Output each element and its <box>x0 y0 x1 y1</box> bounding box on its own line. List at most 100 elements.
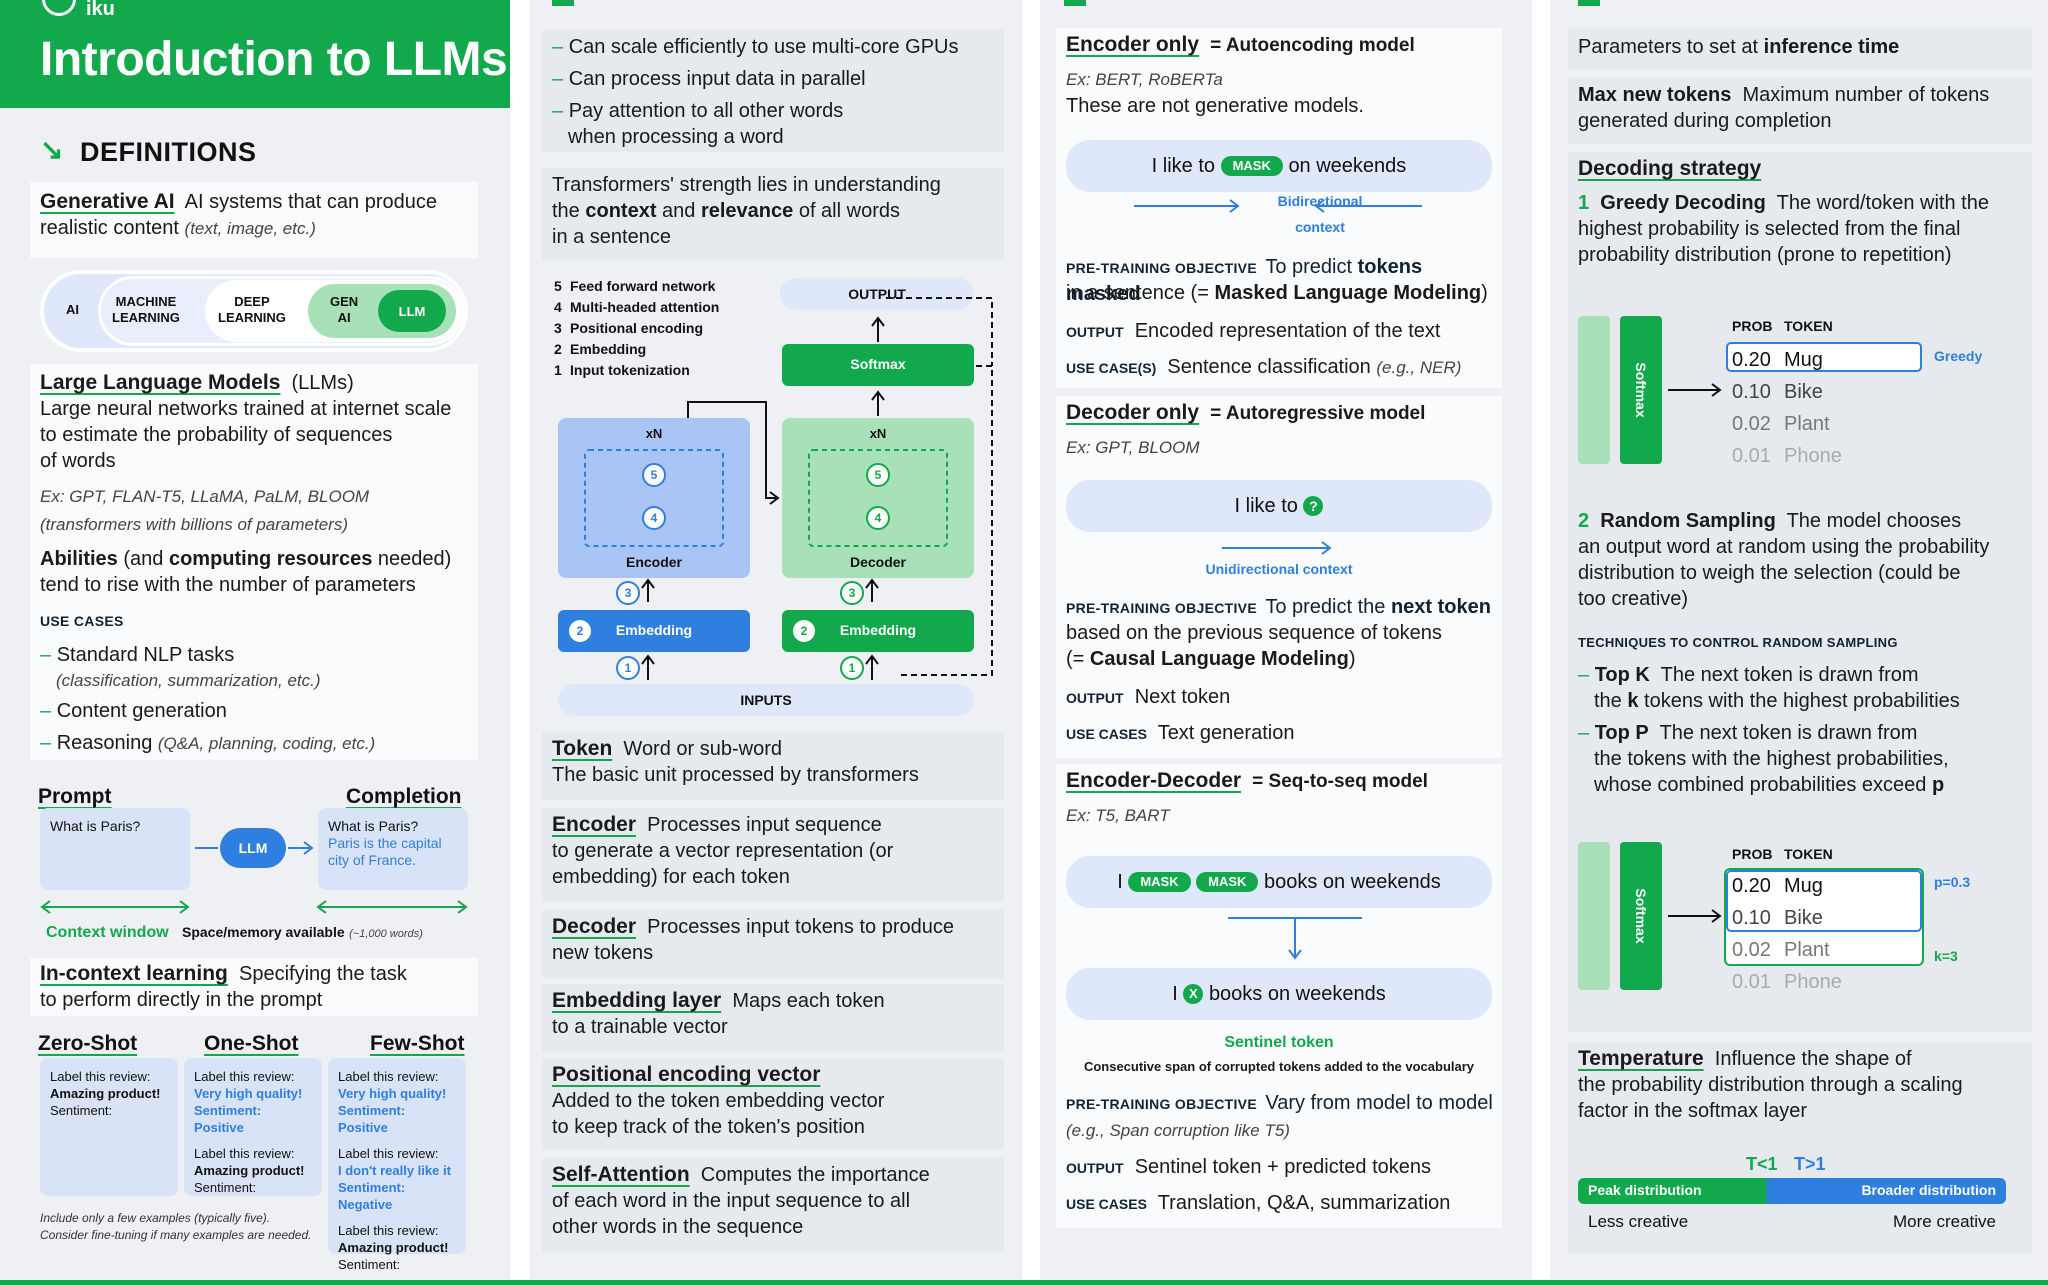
ed-title: Encoder-Decoder <box>1066 769 1242 792</box>
def-embedding: Embedding layer Maps each token to a tra… <box>542 984 1004 1052</box>
llms-title: Large Language Models <box>40 371 281 394</box>
greedy-token-head: TOKEN <box>1784 318 1833 334</box>
embedding-text: Maps each token <box>732 990 885 1012</box>
encoder-text: Processes input sequence <box>647 814 882 836</box>
abilities-text2: needed) <box>372 548 452 570</box>
params-text: Parameters to set at <box>1578 36 1764 58</box>
enc-pto-b2: Masked Language Modeling <box>1214 282 1482 304</box>
greedy-t3: Plant <box>1784 413 1830 435</box>
logo-text: iku <box>86 0 115 20</box>
gen-label-2: AI <box>337 310 351 325</box>
strength-l2c: of all words <box>793 200 900 222</box>
definitions-heading: DEFINITIONS <box>80 137 257 167</box>
column-types-of-llms: Encoder only = Autoencoding model Ex: BE… <box>1040 0 1532 1280</box>
positional-text2: Added to the token embedding vector <box>552 1090 885 1112</box>
os-very-high: Very high quality! <box>194 1086 303 1101</box>
llms-l2: to estimate the probability of sequences <box>40 424 393 446</box>
self-attention-title: Self-Attention <box>552 1163 690 1186</box>
dec-pto-b2: Causal Language Modeling <box>1089 648 1349 670</box>
arrow-icon: ↘ <box>40 134 64 165</box>
def-encoder: Encoder Processes input sequence to gene… <box>542 808 1004 902</box>
enc-pto-t1: To predict <box>1265 256 1358 278</box>
strength-l2b: and <box>656 200 701 222</box>
next-token-s: I like to <box>1234 494 1298 517</box>
greedy-t2: highest probability is selected from the… <box>1578 218 1961 240</box>
greedy-num: 1 <box>1578 192 1590 214</box>
genai-circle-label: GEN AI <box>330 294 358 326</box>
heading-dash <box>1064 0 1086 6</box>
ed-ex: Ex: T5, BART <box>1066 806 1170 825</box>
genai-text: AI systems that can produce <box>184 191 437 213</box>
dec-pto-label: PRE-TRAINING OBJECTIVE <box>1066 600 1257 616</box>
token-text2: The basic unit processed by transformers <box>552 764 919 786</box>
def-self-attention: Self-Attention Computes the importance o… <box>542 1158 1004 1252</box>
dec-uc-text: Text generation <box>1157 722 1295 744</box>
fs-sentiment: Sentiment: <box>338 1257 401 1272</box>
fs-very-high: Very high quality! <box>338 1086 447 1101</box>
enc-pto-label: PRE-TRAINING OBJECTIVE <box>1066 260 1257 276</box>
topk-t2a: the <box>1594 690 1628 712</box>
strength-l1: Transformers' strength lies in understan… <box>552 174 941 196</box>
uc3-note: (Q&A, planning, coding, etc.) <box>157 734 376 753</box>
mask-pill-2: MASK <box>1196 872 1259 892</box>
enc-out-text: Encoded representation of the text <box>1134 320 1441 342</box>
greedy-p1: 0.20 <box>1732 349 1771 371</box>
enc-out-label: OUTPUT <box>1066 324 1124 340</box>
column-definitions: iku Introduction to LLMs ↘ DEFINITIONS G… <box>0 0 510 1280</box>
ed-eq: = Seq-to-seq model <box>1252 771 1428 792</box>
os-sent-pos: Sentiment: Positive <box>194 1103 262 1135</box>
dec-out-label: OUTPUT <box>1066 690 1124 706</box>
one-shot-label: One-Shot <box>204 1032 299 1055</box>
os-amazing: Amazing product! <box>194 1163 305 1178</box>
softmax-label: Softmax <box>850 356 906 372</box>
enc-embedding-label: Embedding <box>615 622 693 638</box>
decoder-text2: new tokens <box>552 942 654 964</box>
temp-t1: Influence the shape of <box>1714 1048 1912 1070</box>
topk-t1: The next token is drawn from <box>1660 664 1919 686</box>
enc-only-title: Encoder only <box>1066 33 1200 56</box>
greedy-prob-head: PROB <box>1732 318 1773 334</box>
sampling-t3: Plant <box>1784 939 1830 961</box>
llms-card: Large Language Models (LLMs) Large neura… <box>30 364 478 760</box>
greedy-token-table: 0.20 Mug 0.10 Bike 0.02 Plant 0.01 Phone <box>1732 344 1842 472</box>
gen-label-1: GEN <box>330 294 359 309</box>
icl-text: Specifying the task <box>238 963 407 985</box>
broad-label: Broader distribution <box>1861 1182 1996 1198</box>
os-sentiment: Sentiment: <box>194 1180 257 1195</box>
greedy-p3: 0.02 <box>1732 413 1771 435</box>
sentinel-note: Consecutive span of corrupted tokens add… <box>1083 1059 1475 1074</box>
sentinel-sentence: I X books on weekends <box>1066 968 1492 1020</box>
llm-circle: LLM <box>378 290 446 332</box>
topp-t3a: whose combined probabilities exceed <box>1594 774 1932 796</box>
dl-label: DEEP LEARNING <box>218 294 286 326</box>
ml-label: MACHINE LEARNING <box>112 294 180 326</box>
question-icon: ? <box>1303 496 1324 516</box>
mask-pill: MASK <box>1220 156 1283 176</box>
page-title: Introduction to LLMs <box>40 33 508 86</box>
shots-note-1: Include only a few examples (typically f… <box>40 1211 271 1225</box>
enc-uc-note: (e.g., NER) <box>1376 358 1462 377</box>
encoder-title: Encoder <box>552 813 637 836</box>
encoder-label: Encoder <box>625 554 682 570</box>
bullet-2: Can process input data in parallel <box>568 68 866 90</box>
svg-text:3: 3 <box>625 586 632 600</box>
svg-text:1: 1 <box>625 661 632 675</box>
decoder-label: Decoder <box>849 554 907 570</box>
svg-text:5: 5 <box>651 468 658 482</box>
temp-title: Temperature <box>1578 1047 1704 1070</box>
transformer-bullets: – Can scale efficiently to use multi-cor… <box>542 30 1004 152</box>
k-label: k=3 <box>1934 948 1958 964</box>
os-label2: Label this review: <box>194 1146 295 1161</box>
dec-only-eq: = Autoregressive model <box>1210 403 1426 424</box>
self-attention-text: Computes the importance <box>700 1164 930 1186</box>
params-bold: inference time <box>1763 36 1900 58</box>
llms-suffix: (LLMs) <box>291 372 354 394</box>
use-cases-label: USE CASES <box>40 613 124 629</box>
space-available: Space/memory available <box>182 924 345 940</box>
unidirectional-label: Unidirectional context <box>1205 561 1353 577</box>
enc-xn: xN <box>645 426 663 441</box>
genai-card: Generative AI AI systems that can produc… <box>30 182 478 258</box>
greedy-p2: 0.10 <box>1732 381 1771 403</box>
less-creative: Less creative <box>1588 1212 1689 1231</box>
decoding-title: Decoding strategy <box>1578 157 1762 180</box>
